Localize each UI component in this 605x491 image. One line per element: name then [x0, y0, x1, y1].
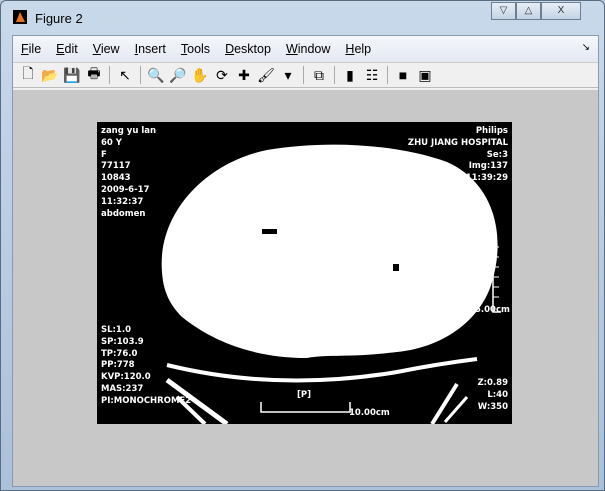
- scale-bar-label: 10.00cm: [349, 408, 390, 418]
- orientation-left: [L]: [478, 266, 492, 276]
- menu-insert[interactable]: Insert: [135, 42, 166, 56]
- link-plot-icon[interactable]: ⧉: [308, 65, 330, 85]
- insert-colorbar-icon[interactable]: ▮: [339, 65, 361, 85]
- overlay-text: MAS:237: [101, 383, 144, 394]
- hide-plot-tools-icon[interactable]: ■: [392, 65, 414, 85]
- dock-icon[interactable]: ↘: [582, 42, 590, 53]
- toolbar-separator: [334, 66, 335, 84]
- overlay-text: 2009-6-17: [101, 184, 150, 195]
- orientation-posterior: [P]: [297, 390, 311, 400]
- overlay-text: 60 Y: [101, 137, 122, 148]
- toolbar-separator: [303, 66, 304, 84]
- overlay-text: Img:137: [468, 161, 508, 172]
- overlay-text: PP:778: [101, 360, 135, 371]
- brush-dropdown-icon[interactable]: ▾: [277, 65, 299, 85]
- brush-icon[interactable]: 🖌: [255, 65, 277, 85]
- overlay-text: 11:32:37: [101, 196, 144, 207]
- menu-file[interactable]: File: [21, 42, 41, 56]
- figure-canvas: zang yu lan 60 Y F 77117 10843 2009-6-17 11:32…: [13, 90, 598, 486]
- vertical-scale-label: 5.00cm: [475, 305, 510, 315]
- ct-image: zang yu lan 60 Y F 77117 10843 2009-6-17 11:32…: [97, 122, 512, 424]
- overlay-text: PI:MONOCHROME2: [101, 395, 192, 406]
- save-icon[interactable]: 💾: [61, 65, 83, 85]
- window-title: Figure 2: [35, 11, 83, 26]
- toolbar-separator: [140, 66, 141, 84]
- menu-view[interactable]: View: [93, 42, 120, 56]
- overlay-text: L:40: [487, 389, 508, 400]
- overlay-text: SP:103.9: [101, 336, 144, 347]
- toolbar-separator: [387, 66, 388, 84]
- overlay-text: KVP:120.0: [101, 372, 151, 383]
- zoom-out-icon[interactable]: 🔎: [167, 65, 189, 85]
- overlay-text: SL:1.0: [101, 325, 131, 335]
- menu-window[interactable]: Window: [286, 42, 330, 56]
- scan-parameters: SL:1.0 SP:103.9 TP:76.0 PP:778 KVP:120.0 MAS:…: [101, 325, 191, 408]
- overlay-text: F: [101, 149, 107, 160]
- edit-plot-arrow-icon[interactable]: ↖: [114, 65, 136, 85]
- close-button[interactable]: X: [541, 2, 581, 20]
- zoom-in-icon[interactable]: 🔍: [145, 65, 167, 85]
- matlab-logo-icon: [13, 10, 27, 24]
- data-cursor-icon[interactable]: ✚: [233, 65, 255, 85]
- toolbar-separator: [109, 66, 110, 84]
- insert-legend-icon[interactable]: ☷: [361, 65, 383, 85]
- overlay-text: Z:0.89: [477, 378, 508, 388]
- menu-bar: ↘ File Edit View Insert Tools Desktop Window He…: [13, 36, 598, 62]
- overlay-text: W:350: [477, 401, 508, 412]
- menu-help[interactable]: Help: [345, 42, 371, 56]
- overlay-text: abdomen: [101, 208, 146, 219]
- menu-tools[interactable]: Tools: [181, 42, 210, 56]
- figure-toolbar: 🗋 📂 💾 🖶 ↖ 🔍 🔎 ✋ ⟳ ✚ 🖌 ▾ ⧉ ▮ ☷ ■ ▣: [13, 62, 598, 88]
- menu-edit[interactable]: Edit: [56, 42, 78, 56]
- overlay-text: 10843: [101, 173, 131, 184]
- overlay-text: zang yu lan: [101, 126, 157, 136]
- patient-info: zang yu lan 60 Y F 77117 10843 2009-6-17 11:32…: [101, 126, 156, 220]
- rotate-3d-icon[interactable]: ⟳: [211, 65, 233, 85]
- figure-window: Figure 2 ▽ △ X ↘ File Edit View Insert Tools…: [0, 0, 605, 491]
- overlay-text: TP:76.0: [101, 348, 138, 359]
- minimize-button[interactable]: ▽: [491, 2, 516, 20]
- hospital-info: Philips ZHU JIANG HOSPITAL Se:3 Img:137 At:1…: [408, 126, 508, 185]
- pan-hand-icon[interactable]: ✋: [189, 65, 211, 85]
- overlay-text: 77117: [101, 161, 131, 172]
- overlay-text: At:11:39:29: [451, 173, 508, 184]
- overlay-text: ZHU JIANG HOSPITAL: [407, 137, 508, 148]
- menu-desktop[interactable]: Desktop: [225, 42, 271, 56]
- maximize-button[interactable]: △: [516, 2, 541, 20]
- open-file-icon[interactable]: 📂: [39, 65, 61, 85]
- print-icon[interactable]: 🖶: [83, 65, 105, 85]
- overlay-text: Philips: [475, 126, 508, 136]
- window-level-info: Z:0.89 L:40 W:350: [477, 378, 508, 413]
- new-figure-icon[interactable]: 🗋: [17, 65, 39, 85]
- show-plot-tools-icon[interactable]: ▣: [414, 65, 436, 85]
- overlay-text: Se:3: [486, 149, 508, 160]
